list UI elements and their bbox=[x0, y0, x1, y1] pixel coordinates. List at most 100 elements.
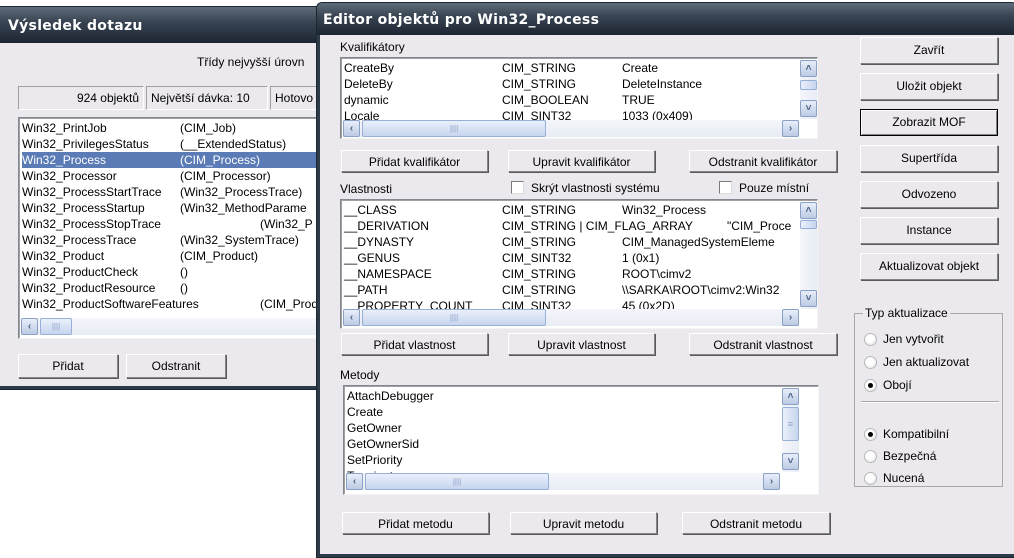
refresh-object-button[interactable]: Aktualizovat objekt bbox=[860, 253, 998, 280]
scroll-down-icon[interactable]: ˅ bbox=[800, 100, 817, 117]
method-row[interactable]: Create bbox=[347, 404, 818, 420]
property-row[interactable]: __GENUS CIM_SINT32 1 (0x1) bbox=[344, 250, 817, 266]
class-list-row[interactable]: Win32_ProcessStartTrace (Win32_ProcessTra… bbox=[22, 184, 337, 200]
class-list-row[interactable]: Win32_Processor (CIM_Processor) bbox=[22, 168, 337, 184]
hscroll-thumb[interactable]: |||| bbox=[362, 120, 546, 137]
superclass-button[interactable]: Supertřída bbox=[860, 145, 998, 172]
radio-jen-aktualizovat[interactable] bbox=[864, 356, 877, 369]
radio-label[interactable]: Bezpečná bbox=[883, 449, 936, 463]
scroll-left-icon[interactable]: ‹ bbox=[343, 309, 360, 326]
class-list-row[interactable]: Win32_ProductSoftwareFeatures (CIM_Prod bbox=[22, 296, 337, 312]
scroll-down-icon[interactable]: ˅ bbox=[800, 290, 817, 307]
class-list-row[interactable]: Win32_ProcessStartup (Win32_MethodParame bbox=[22, 200, 337, 216]
add-qualifier-button[interactable]: Přidat kvalifikátor bbox=[341, 150, 488, 172]
scroll-right-icon[interactable]: › bbox=[782, 120, 799, 137]
edit-property-button[interactable]: Upravit vlastnost bbox=[508, 333, 655, 355]
remove-qualifier-button[interactable]: Odstranit kvalifikátor bbox=[689, 150, 837, 172]
class-list-row[interactable]: Win32_PrintJob (CIM_Job) bbox=[22, 120, 337, 136]
class-list-row[interactable]: Win32_Process (CIM_Process) bbox=[22, 152, 337, 168]
method-row[interactable]: AttachDebugger bbox=[347, 388, 818, 404]
instances-button[interactable]: Instance bbox=[860, 217, 998, 244]
class-list-row[interactable]: Win32_ProductCheck () bbox=[22, 264, 337, 280]
add-button[interactable]: Přidat bbox=[18, 354, 118, 378]
edit-method-button[interactable]: Upravit metodu bbox=[510, 512, 657, 534]
property-row[interactable]: __NAMESPACE CIM_STRING ROOT\cimv2 bbox=[344, 266, 817, 282]
qualifier-cell: Create bbox=[622, 61, 659, 75]
methods-list[interactable]: AttachDebugger Create GetOwner GetOwnerSid S… bbox=[343, 385, 819, 495]
class-list-hscrollbar[interactable]: ‹ |||| bbox=[21, 318, 337, 335]
class-parent: (CIM_Prod bbox=[260, 297, 319, 311]
scroll-down-icon[interactable]: ˅ bbox=[782, 453, 799, 470]
scroll-up-icon[interactable]: ˄ bbox=[800, 202, 817, 219]
hide-system-properties-label[interactable]: Skrýt vlastnosti systému bbox=[531, 181, 660, 195]
property-row[interactable]: __DYNASTY CIM_STRING CIM_ManagedSystemElem… bbox=[344, 234, 817, 250]
scroll-right-icon[interactable]: › bbox=[763, 473, 780, 490]
scroll-left-icon[interactable]: ‹ bbox=[21, 318, 38, 335]
scroll-left-icon[interactable]: ‹ bbox=[343, 120, 360, 137]
properties-hscrollbar[interactable]: ‹ |||| › bbox=[343, 309, 799, 326]
radio-nucen-[interactable] bbox=[864, 472, 877, 485]
object-editor-titlebar[interactable]: Editor objektů pro Win32_Process bbox=[317, 3, 1014, 35]
vscroll-thumb[interactable] bbox=[800, 80, 817, 90]
radio-label[interactable]: Jen aktualizovat bbox=[883, 355, 969, 369]
radio-kompatibiln-[interactable] bbox=[864, 428, 877, 441]
remove-property-button[interactable]: Odstranit vlastnost bbox=[689, 333, 837, 355]
scroll-right-icon[interactable]: › bbox=[782, 309, 799, 326]
remove-button[interactable]: Odstranit bbox=[126, 354, 226, 378]
properties-list[interactable]: __CLASS CIM_STRING Win32_Process __DERIVATI… bbox=[340, 199, 818, 329]
vscroll-thumb[interactable] bbox=[800, 220, 817, 229]
qualifiers-vscrollbar[interactable]: ˄ ˅ bbox=[800, 60, 817, 119]
qualifier-row[interactable]: DeleteBy CIM_STRING DeleteInstance bbox=[344, 76, 817, 92]
query-result-titlebar[interactable]: Výsledek dotazu bbox=[0, 7, 325, 43]
class-list-row[interactable]: Win32_Product (CIM_Product) bbox=[22, 248, 337, 264]
class-name: Win32_ProcessTrace bbox=[22, 233, 137, 247]
class-list[interactable]: Win32_PrintJob (CIM_Job) Win32_PrivilegesS… bbox=[18, 117, 338, 339]
derived-button[interactable]: Odvozeno bbox=[860, 181, 998, 208]
method-row[interactable]: GetOwnerSid bbox=[347, 436, 818, 452]
radio-bezpe-n-[interactable] bbox=[864, 450, 877, 463]
local-only-label[interactable]: Pouze místní bbox=[739, 181, 809, 195]
show-mof-button[interactable]: Zobrazit MOF bbox=[860, 109, 998, 136]
radio-jen-vytvo-it[interactable] bbox=[864, 333, 877, 346]
object-editor-window: Editor objektů pro Win32_Process Kvalifi… bbox=[316, 2, 1014, 558]
radio-label[interactable]: Nucená bbox=[883, 471, 924, 485]
property-row[interactable]: __CLASS CIM_STRING Win32_Process bbox=[344, 202, 817, 218]
class-list-row[interactable]: Win32_ProcessTrace (Win32_SystemTrace) bbox=[22, 232, 337, 248]
qualifier-row[interactable]: CreateBy CIM_STRING Create bbox=[344, 60, 817, 76]
hscroll-thumb[interactable]: |||| bbox=[362, 309, 546, 326]
hide-system-properties-checkbox[interactable] bbox=[511, 181, 524, 194]
scroll-left-icon[interactable]: ‹ bbox=[346, 473, 363, 490]
methods-vscrollbar[interactable]: ˄ ≡ ˅ bbox=[782, 388, 799, 472]
property-row[interactable]: __DERIVATION CIM_STRING | CIM_FLAG_ARRAY "… bbox=[344, 218, 817, 234]
close-button[interactable]: Zavřít bbox=[860, 37, 998, 64]
hscroll-thumb[interactable]: |||| bbox=[365, 473, 549, 490]
scroll-up-icon[interactable]: ˄ bbox=[800, 60, 817, 77]
radio-oboj-[interactable] bbox=[864, 379, 877, 392]
method-row[interactable]: SetPriority bbox=[347, 452, 818, 468]
method-row[interactable]: GetOwner bbox=[347, 420, 818, 436]
class-name: Win32_ProcessStartup bbox=[22, 201, 145, 215]
local-only-checkbox[interactable] bbox=[719, 181, 732, 194]
save-object-button[interactable]: Uložit objekt bbox=[860, 73, 998, 100]
edit-qualifier-button[interactable]: Upravit kvalifikátor bbox=[508, 150, 655, 172]
class-list-row[interactable]: Win32_ProductResource () bbox=[22, 280, 337, 296]
qualifiers-hscrollbar[interactable]: ‹ |||| › bbox=[343, 120, 799, 137]
class-list-row[interactable]: Win32_PrivilegesStatus (__ExtendedStatus) bbox=[22, 136, 337, 152]
radio-label[interactable]: Jen vytvořit bbox=[883, 332, 944, 346]
properties-vscrollbar[interactable]: ˄ ˅ bbox=[800, 202, 817, 309]
qualifiers-list[interactable]: CreateBy CIM_STRING Create DeleteBy CIM_STRI… bbox=[340, 57, 818, 139]
vscroll-thumb[interactable]: ≡ bbox=[782, 407, 799, 441]
hscroll-thumb[interactable]: |||| bbox=[40, 318, 72, 335]
scroll-up-icon[interactable]: ˄ bbox=[782, 388, 799, 405]
radio-label[interactable]: Kompatibilní bbox=[883, 427, 949, 441]
class-name: Win32_ProcessStartTrace bbox=[22, 185, 162, 199]
property-row[interactable]: __PATH CIM_STRING \\SARKA\ROOT\cimv2:Win32 bbox=[344, 282, 817, 298]
add-method-button[interactable]: Přidat metodu bbox=[342, 512, 489, 534]
remove-method-button[interactable]: Odstranit metodu bbox=[682, 512, 830, 534]
add-property-button[interactable]: Přidat vlastnost bbox=[341, 333, 488, 355]
methods-hscrollbar[interactable]: ‹ |||| › bbox=[346, 473, 780, 490]
radio-label[interactable]: Obojí bbox=[883, 378, 912, 392]
qualifier-row[interactable]: dynamic CIM_BOOLEAN TRUE bbox=[344, 92, 817, 108]
class-list-row[interactable]: Win32_ProcessStopTrace (Win32_P bbox=[22, 216, 337, 232]
qualifier-cell: DeleteInstance bbox=[622, 77, 703, 91]
